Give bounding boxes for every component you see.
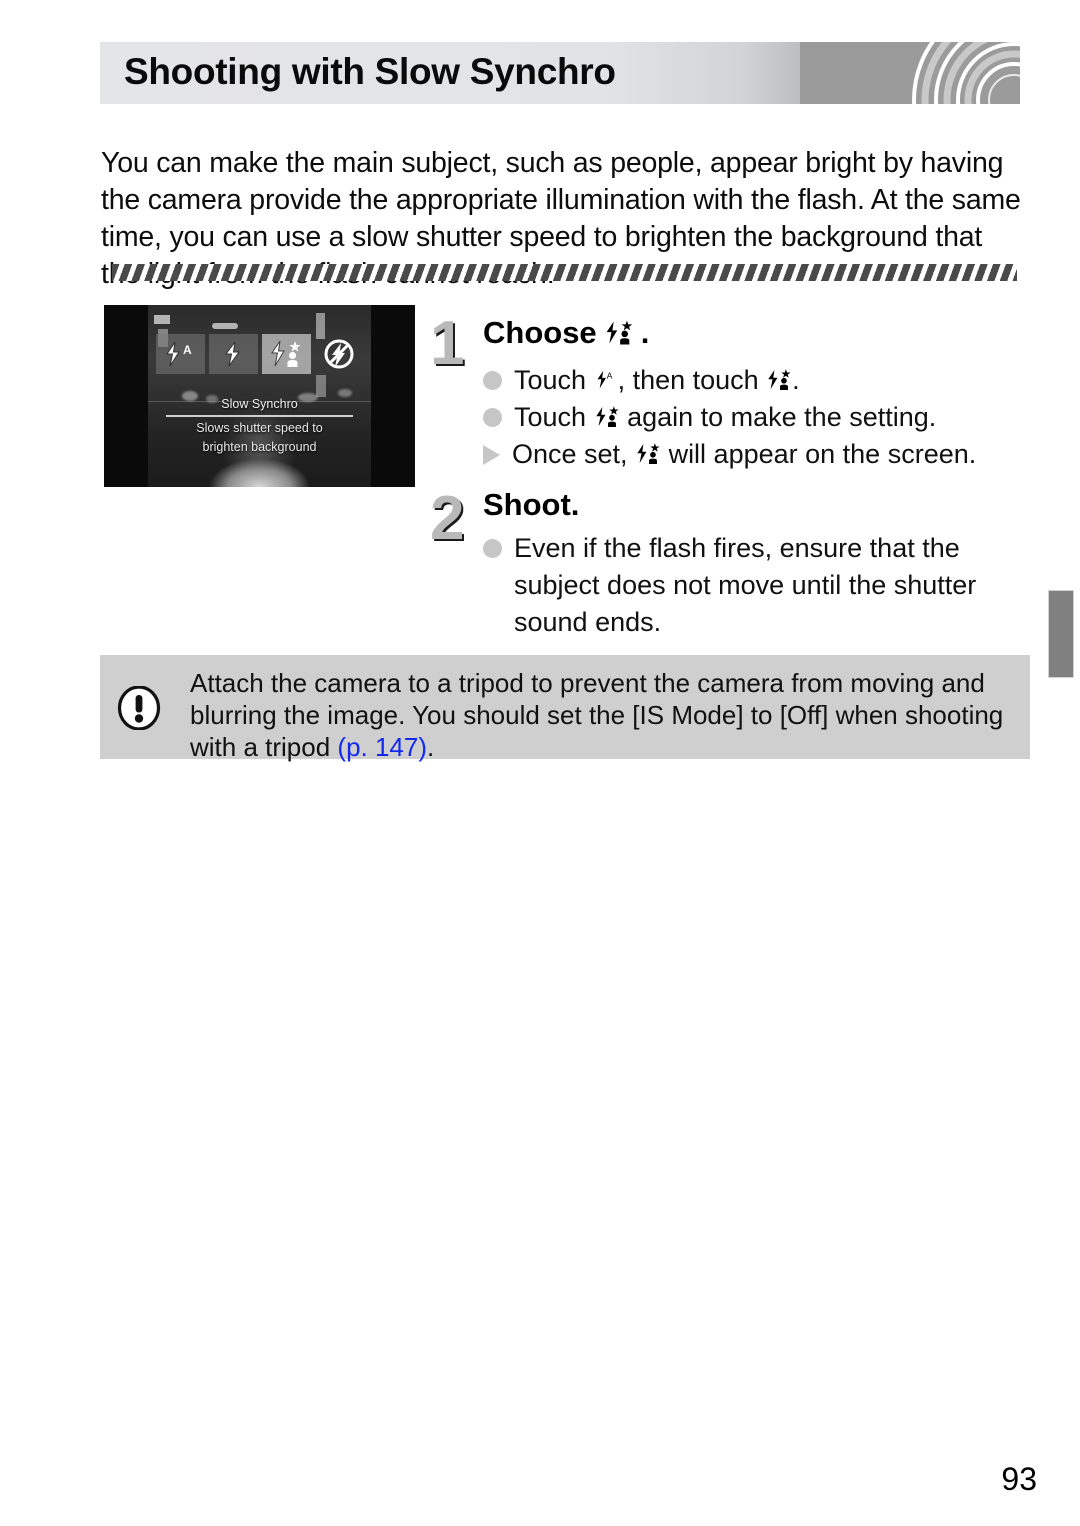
step-1-bullet-1-text: Touch A , then touch . (514, 362, 800, 399)
bullet-dot-icon (483, 539, 502, 558)
step-2-number: 2 (430, 484, 465, 553)
step-2-heading: Shoot. (483, 487, 579, 523)
camera-desc-line-2: brighten background (202, 440, 317, 454)
slow-synchro-icon (595, 406, 619, 427)
flash-off-glyph (324, 339, 354, 369)
bullet-triangle-icon (483, 445, 500, 465)
exclamation-circle-icon (117, 686, 161, 730)
b1-c: . (792, 365, 800, 395)
step-1-heading-period: . (640, 315, 650, 350)
b2-b: again to make the setting. (619, 402, 937, 432)
step-1-bullet-2-text: Touch again to make the setting. (514, 399, 936, 436)
step-1-heading-text: Choose (483, 315, 597, 350)
flash-auto-glyph: A (166, 341, 192, 367)
step-1-bullet-3: Once set, will appear on the screen. (483, 436, 1028, 473)
b2-a: Touch (514, 402, 594, 432)
step-1-heading: Choose . (483, 315, 649, 351)
b3-a: Once set, (512, 439, 636, 469)
step-2-bullet-1: Even if the flash fires, ensure that the… (483, 530, 1003, 641)
flash-auto-icon[interactable]: A (155, 334, 205, 374)
caution-note-text: Attach the camera to a tripod to prevent… (190, 667, 1010, 763)
b1-b: , then touch (617, 365, 767, 395)
camera-label-divider (166, 415, 353, 417)
camera-mode-description: Slows shutter speed to brighten backgrou… (148, 419, 371, 457)
flash-on-icon[interactable] (208, 334, 258, 374)
step-2-bullet-list: Even if the flash fires, ensure that the… (483, 530, 1003, 641)
page-title: Shooting with Slow Synchro (124, 51, 616, 93)
b1-a: Touch (514, 365, 594, 395)
bullet-dot-icon (483, 408, 502, 427)
flash-mode-strip[interactable]: A (148, 333, 371, 375)
step-1-bullet-3-text: Once set, will appear on the screen. (512, 436, 976, 473)
step-1-bullet-1: Touch A , then touch . (483, 362, 1028, 399)
step-1-bullet-2: Touch again to make the setting. (483, 399, 1028, 436)
slow-synchro-icon (606, 320, 632, 345)
concentric-rings-icon (800, 42, 1020, 104)
step-2-bullet-1-text: Even if the flash fires, ensure that the… (514, 533, 977, 637)
flash-on-glyph (225, 341, 240, 367)
slow-synchro-icon (637, 443, 660, 464)
slow-synchro-glyph (271, 340, 301, 367)
note-text-end: . (427, 732, 435, 762)
step-1-bullet-list: Touch A , then touch . Touch again to mak… (483, 362, 1028, 473)
flash-auto-icon: A (597, 371, 612, 389)
page-header-bar: Shooting with Slow Synchro (100, 42, 1020, 104)
note-text-main: Attach the camera to a tripod to prevent… (190, 668, 1004, 762)
b3-b: will appear on the screen. (661, 439, 977, 469)
bullet-dot-icon (483, 371, 502, 390)
svg-text:A: A (183, 343, 192, 357)
flash-off-icon[interactable] (315, 334, 364, 374)
page-number: 93 (1001, 1461, 1037, 1497)
step-2-heading-text: Shoot. (483, 487, 580, 522)
section-divider (112, 264, 1017, 281)
slow-synchro-icon (768, 369, 791, 390)
step-1-number: 1 (430, 309, 465, 378)
camera-desc-line-1: Slows shutter speed to (196, 421, 323, 435)
page-reference-link[interactable]: (p. 147) (337, 732, 427, 762)
slow-synchro-icon[interactable] (261, 334, 311, 374)
camera-screen-illustration: A Slow Synchro Slows shutter speed to br… (104, 305, 415, 487)
caution-note-box: Attach the camera to a tripod to prevent… (100, 655, 1030, 762)
camera-mode-label: Slow Synchro (221, 397, 298, 411)
svg-text:A: A (606, 371, 612, 381)
chapter-side-tab (1048, 590, 1074, 678)
